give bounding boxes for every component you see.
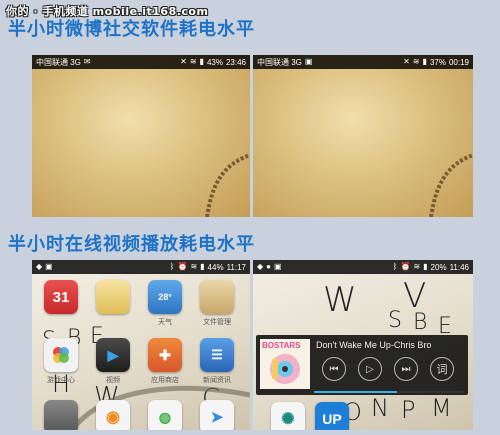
news-app-icon[interactable]: ☰ — [200, 338, 234, 372]
flower-icon — [53, 347, 69, 363]
paper-plane-icon: ➤ — [210, 409, 224, 426]
next-button[interactable]: ⏭ — [394, 357, 418, 381]
section-title-weibo: 半小时微博社交软件耗电水平 — [8, 19, 255, 40]
wallpaper-letter: N — [371, 394, 389, 422]
lyrics-button[interactable]: 词 — [430, 357, 454, 381]
bluetooth-icon: ᛒ — [392, 262, 398, 271]
wifi-icon: ≋ — [413, 262, 421, 271]
newspaper-icon: ☰ — [211, 347, 223, 362]
image-icon: ▣ — [274, 262, 282, 271]
rope-decoration — [429, 153, 473, 217]
app-store-icon[interactable]: ✚ — [148, 338, 182, 372]
folder-icon[interactable] — [44, 400, 78, 430]
screenshot-video-before: ◆ ▣ ᛒ ⏰ ≋ ▮ 44% 11:17 S B E H W C 31 28°… — [32, 260, 250, 430]
user-icon: ● — [266, 262, 271, 271]
wallpaper-letter: M — [431, 394, 452, 422]
clock: 11:46 — [449, 262, 469, 272]
wallpaper-letter: W — [323, 280, 357, 320]
browser-app-icon[interactable]: ➤ — [200, 400, 234, 430]
app-label: 游戏中心 — [47, 376, 75, 384]
app-label: 新闻资讯 — [203, 376, 231, 384]
previous-button[interactable]: ⏮ — [322, 357, 346, 381]
file-manager-app-icon[interactable] — [200, 280, 234, 314]
fan-icon: ✺ — [281, 411, 295, 428]
battery-percent: 20% — [430, 262, 447, 272]
android-icon: ◆ — [257, 262, 264, 271]
next-icon: ⏭ — [401, 363, 411, 375]
screenshot-weibo-after: 中国联通 3G ▣ ✕ ≋ ▮ 37% 00:19 — [253, 55, 473, 217]
rope-decoration — [205, 153, 250, 217]
app-icon[interactable]: ✺ — [271, 402, 305, 430]
wallpaper-letter: S — [388, 308, 402, 333]
section-title-video: 半小时在线视频播放耗电水平 — [8, 234, 255, 255]
wallpaper-letter: B — [413, 310, 428, 335]
video-app-icon[interactable]: ▶ — [96, 338, 130, 372]
app-label: 天气 — [158, 318, 172, 326]
album-title: BOSTARS — [262, 341, 301, 350]
status-bar: ◆ ● ▣ ᛒ ⏰ ≋ ▮ 20% 11:46 — [253, 260, 473, 274]
progress-fill — [314, 391, 397, 393]
alarm-icon: ⏰ — [400, 262, 411, 271]
notes-app-icon[interactable] — [96, 280, 130, 314]
app-label: 应用商店 — [151, 376, 179, 384]
disc-icon: ◉ — [106, 409, 120, 426]
game-center-app-icon[interactable] — [44, 338, 78, 372]
progress-bar[interactable] — [314, 391, 464, 393]
play-button[interactable]: ▷ — [358, 357, 382, 381]
app-label: 视频 — [106, 376, 120, 384]
app-label: 文件管理 — [203, 318, 231, 326]
mi-app-icon[interactable]: ◍ — [148, 400, 182, 430]
screenshot-weibo-before: 中国联通 3G ✉ ✕ ≋ ▮ 43% 23:46 — [32, 55, 250, 217]
song-title: Don't Wake Me Up-Chris Bro — [316, 340, 432, 350]
play-icon: ▶ — [107, 346, 119, 363]
cart-icon: ✚ — [159, 346, 171, 363]
signal-icon: ▮ — [423, 262, 428, 271]
weather-app-icon[interactable]: 28° — [148, 280, 182, 314]
album-art: BOSTARS — [260, 339, 310, 389]
wallpaper-letter: P — [401, 396, 416, 424]
chat-bubble-icon: ◍ — [158, 408, 172, 425]
previous-icon: ⏮ — [329, 363, 339, 375]
music-app-icon[interactable]: ◉ — [96, 400, 130, 430]
calendar-app-icon[interactable]: 31 — [44, 280, 78, 314]
play-icon: ▷ — [366, 363, 374, 375]
up-app-icon[interactable]: UP — [315, 402, 349, 430]
music-player-widget[interactable]: BOSTARS Don't Wake Me Up-Chris Bro ⏮ ▷ ⏭… — [256, 335, 468, 395]
